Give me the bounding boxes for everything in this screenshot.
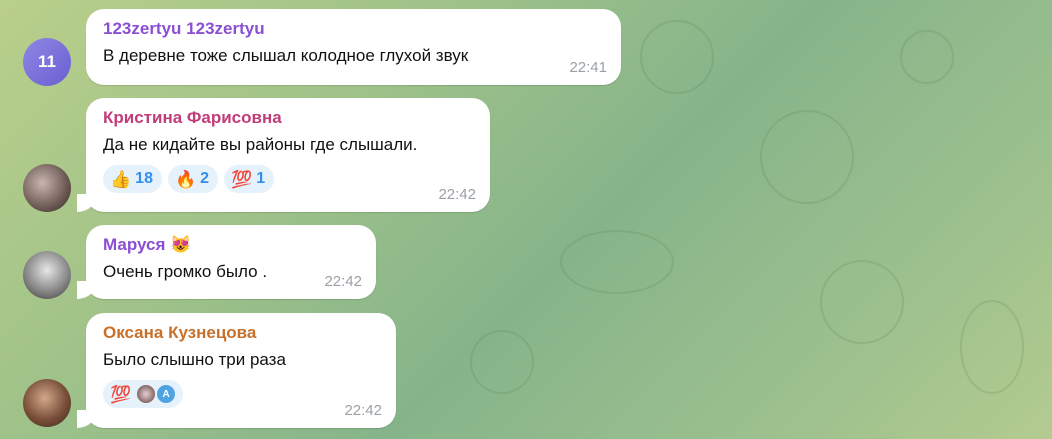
message-author[interactable]: 123zertyu 123zertyu: [103, 18, 605, 40]
avatar-photo[interactable]: [23, 379, 71, 427]
message-bubble[interactable]: Маруся 😻 Очень громко было . 22:42: [77, 225, 376, 299]
reaction-count: 2: [200, 170, 210, 187]
message-text: В деревне тоже слышал колодное глухой зв…: [103, 46, 469, 65]
message-author[interactable]: Оксана Кузнецова: [103, 322, 380, 344]
reaction-hundred[interactable]: 💯 A: [103, 380, 184, 408]
message-time: 22:41: [569, 59, 607, 76]
reactor-avatar: [135, 383, 158, 405]
reaction-fire[interactable]: 🔥 2: [167, 165, 219, 193]
message-text: Очень громко было .: [103, 262, 268, 281]
reaction-thumbs-up[interactable]: 👍 18: [103, 165, 162, 193]
reactions-bar: 👍 18 🔥 2 💯 1: [103, 165, 474, 193]
reaction-hundred[interactable]: 💯 1: [224, 165, 275, 193]
reaction-count: 1: [256, 170, 266, 187]
message-time: 22:42: [344, 402, 382, 419]
message-author[interactable]: Кристина Фарисовна: [103, 107, 474, 129]
avatar-initials-text: 11: [38, 52, 56, 71]
hundred-icon: 💯: [231, 169, 253, 189]
reaction-count: 18: [135, 170, 153, 187]
message-bubble[interactable]: Кристина Фарисовна Да не кидайте вы райо…: [77, 98, 490, 212]
cat-emoji-icon: 😻: [170, 235, 192, 254]
avatar-initials[interactable]: 11: [23, 38, 71, 86]
message-time: 22:42: [438, 186, 476, 203]
fire-icon: 🔥: [174, 169, 197, 189]
thumbs-up-icon: 👍: [110, 169, 132, 189]
reactions-bar: 💯 A: [103, 380, 380, 408]
hundred-icon: 💯: [110, 384, 132, 404]
author-name: Маруся: [103, 235, 166, 254]
reactor-avatar: A: [155, 383, 178, 405]
message-time: 22:42: [324, 273, 362, 290]
message-bubble[interactable]: Оксана Кузнецова Было слышно три раза 💯 …: [77, 313, 396, 428]
message-text: Да не кидайте вы районы где слышали.: [103, 135, 418, 154]
message-bubble[interactable]: 123zertyu 123zertyu В деревне тоже слыша…: [86, 9, 621, 85]
message-text: Было слышно три раза: [103, 350, 286, 369]
avatar-photo[interactable]: [23, 164, 71, 212]
message-author[interactable]: Маруся 😻: [103, 234, 360, 256]
avatar-photo[interactable]: [23, 251, 71, 299]
